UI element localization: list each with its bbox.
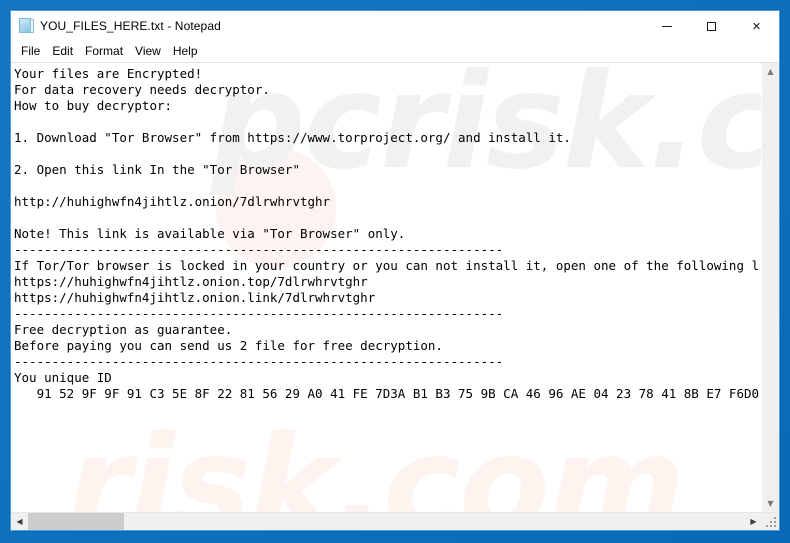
- menu-item-help[interactable]: Help: [167, 42, 204, 61]
- text-line: 91 52 9F 9F 91 C3 5E 8F 22 81 56 29 A0 4…: [14, 386, 760, 401]
- text-line: Note! This link is available via "Tor Br…: [14, 226, 406, 241]
- text-line: You unique ID: [14, 370, 112, 385]
- text-line: If Tor/Tor browser is locked in your cou…: [14, 258, 760, 273]
- text-line: [14, 178, 761, 194]
- text-editor-area[interactable]: pcrisk.com risk.com Your files are Encry…: [11, 63, 761, 512]
- text-line: ----------------------------------------…: [14, 354, 504, 369]
- menu-item-edit[interactable]: Edit: [46, 42, 79, 61]
- scroll-up-arrow-icon[interactable]: ▲: [762, 63, 779, 80]
- window-title: YOU_FILES_HERE.txt - Notepad: [40, 19, 221, 33]
- desktop-background: YOU_FILES_HERE.txt - Notepad ✕ File Edit…: [0, 0, 790, 543]
- text-line: [14, 114, 761, 130]
- text-line: [14, 210, 761, 226]
- title-bar[interactable]: YOU_FILES_HERE.txt - Notepad ✕: [11, 11, 779, 41]
- text-line: [14, 146, 761, 162]
- text-line: https://huhighwfn4jihtlz.onion.top/7dlrw…: [14, 274, 368, 289]
- text-line: How to buy decryptor:: [14, 98, 173, 113]
- window-controls: ✕: [644, 11, 779, 41]
- horizontal-scroll-thumb[interactable]: [28, 513, 124, 530]
- text-line: For data recovery needs decryptor.: [14, 82, 270, 97]
- menu-item-format[interactable]: Format: [79, 42, 129, 61]
- maximize-icon: [707, 21, 716, 31]
- vertical-scrollbar[interactable]: ▲ ▼: [761, 63, 779, 512]
- menu-bar: File Edit Format View Help: [11, 41, 779, 62]
- text-line: https://huhighwfn4jihtlz.onion.link/7dlr…: [14, 290, 376, 305]
- text-line: ----------------------------------------…: [14, 306, 504, 321]
- scroll-down-arrow-icon[interactable]: ▼: [762, 495, 779, 512]
- resize-grip[interactable]: [762, 513, 779, 530]
- ransom-note-text[interactable]: Your files are Encrypted! For data recove…: [11, 63, 761, 402]
- notepad-document-icon: [18, 18, 34, 34]
- text-line: http://huhighwfn4jihtlz.onion/7dlrwhrvtg…: [14, 194, 331, 209]
- menu-item-file[interactable]: File: [15, 42, 46, 61]
- vertical-scroll-track[interactable]: [762, 80, 779, 495]
- menu-item-view[interactable]: View: [129, 42, 167, 61]
- text-line: Before paying you can send us 2 file for…: [14, 338, 443, 353]
- notepad-window: YOU_FILES_HERE.txt - Notepad ✕ File Edit…: [10, 10, 780, 531]
- minimize-button[interactable]: [644, 11, 689, 41]
- close-button[interactable]: ✕: [734, 11, 779, 41]
- horizontal-scroll-track[interactable]: [28, 513, 745, 530]
- editor-row: pcrisk.com risk.com Your files are Encry…: [11, 63, 779, 512]
- scroll-left-arrow-icon[interactable]: ◀: [11, 513, 28, 530]
- editor-region: pcrisk.com risk.com Your files are Encry…: [11, 62, 779, 530]
- text-line: Free decryption as guarantee.: [14, 322, 233, 337]
- text-line: 2. Open this link In the "Tor Browser": [14, 162, 300, 177]
- text-line: ----------------------------------------…: [14, 242, 504, 257]
- text-line: Your files are Encrypted!: [14, 66, 203, 81]
- close-icon: ✕: [751, 19, 762, 33]
- horizontal-scrollbar[interactable]: ◀ ▶: [11, 512, 779, 530]
- watermark-text-bottom: risk.com: [66, 408, 685, 512]
- maximize-button[interactable]: [689, 11, 734, 41]
- minimize-icon: [661, 25, 672, 27]
- text-line: 1. Download "Tor Browser" from https://w…: [14, 130, 571, 145]
- scroll-right-arrow-icon[interactable]: ▶: [745, 513, 762, 530]
